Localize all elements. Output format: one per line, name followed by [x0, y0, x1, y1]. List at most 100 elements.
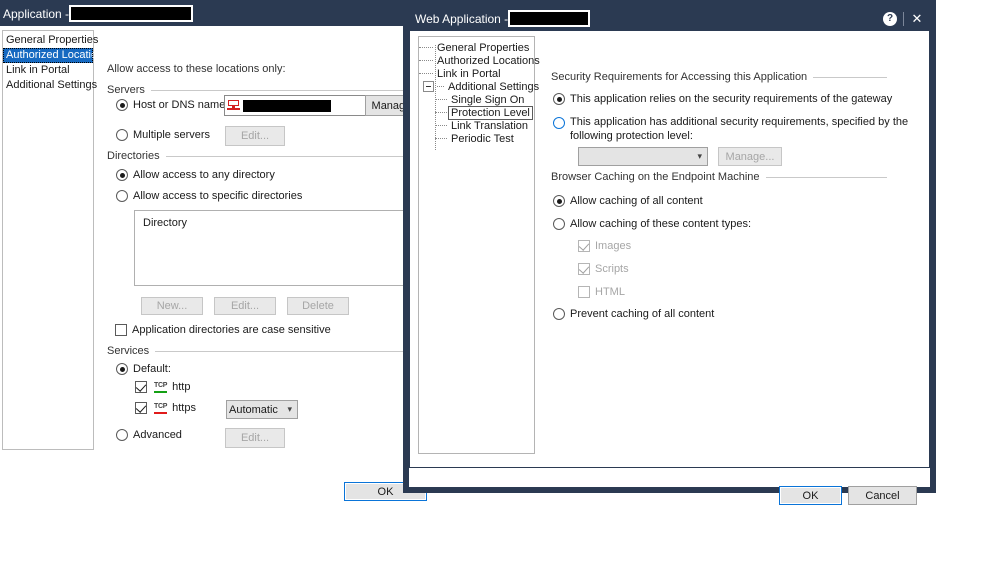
services-group: Services — [107, 345, 407, 357]
security-additional-label-line2: following protection level: — [570, 130, 693, 142]
protection-level-combobox[interactable]: ▾ — [578, 147, 708, 166]
security-additional-radio-row[interactable]: This application has additional security… — [553, 115, 908, 143]
multiple-servers-radio-row[interactable]: Multiple servers — [116, 129, 210, 141]
any-directory-radio[interactable] — [116, 169, 128, 181]
directory-new-button[interactable]: New... — [141, 297, 203, 315]
right-cancel-button[interactable]: Cancel — [848, 486, 917, 505]
chevron-down-icon[interactable]: ▾ — [284, 404, 295, 415]
right-ok-button[interactable]: OK — [779, 486, 842, 505]
protection-level-manage-button[interactable]: Manage... — [718, 147, 782, 166]
any-directory-radio-row[interactable]: Allow access to any directory — [116, 169, 275, 181]
security-group-header: Security Requirements for Accessing this… — [551, 71, 887, 83]
help-button[interactable]: ? — [877, 6, 903, 31]
directory-delete-button[interactable]: Delete — [287, 297, 349, 315]
sidebar-item-additional-settings[interactable]: Additional Settings — [3, 78, 93, 93]
services-group-label: Services — [107, 345, 155, 357]
directories-group-label: Directories — [107, 150, 166, 162]
tree-item-label: Link in Portal — [435, 68, 503, 80]
service-https-checkbox[interactable] — [135, 402, 147, 414]
caching-group-header: Browser Caching on the Endpoint Machine — [551, 171, 887, 183]
caching-html-checkbox[interactable] — [578, 286, 590, 298]
left-window-title: Application - — [3, 7, 69, 21]
left-window-titlebar: Application - — [0, 1, 413, 26]
services-default-label: Default: — [133, 363, 171, 375]
service-http-row[interactable]: TCP http — [135, 381, 190, 393]
caching-group-label: Browser Caching on the Endpoint Machine — [551, 171, 766, 183]
host-dns-label: Host or DNS name: — [133, 99, 228, 111]
any-directory-label: Allow access to any directory — [133, 169, 275, 181]
security-group-label: Security Requirements for Accessing this… — [551, 71, 813, 83]
caching-scripts-checkbox[interactable] — [578, 263, 590, 275]
host-dns-combobox[interactable]: ▾ — [224, 95, 381, 116]
directory-edit-button[interactable]: Edit... — [214, 297, 276, 315]
case-sensitive-row[interactable]: Application directories are case sensiti… — [115, 324, 331, 336]
caching-prevent-radio[interactable] — [553, 308, 565, 320]
security-requirements-group: Security Requirements for Accessing this… — [551, 71, 887, 83]
https-mode-value: Automatic — [229, 404, 278, 416]
left-nav-list[interactable]: General Properties Authorized Locations … — [2, 30, 94, 450]
browser-caching-group: Browser Caching on the Endpoint Machine — [551, 171, 887, 183]
tcp-protocol-icon-https: TCP — [154, 403, 167, 414]
directories-group-rule — [166, 156, 407, 157]
case-sensitive-checkbox[interactable] — [115, 324, 127, 336]
caching-html-label: HTML — [595, 286, 625, 298]
multiple-servers-edit-button[interactable]: Edit... — [225, 126, 285, 146]
caching-types-radio-row[interactable]: Allow caching of these content types: — [553, 218, 751, 230]
right-window-title: Web Application - — [415, 12, 508, 26]
multiple-servers-radio[interactable] — [116, 129, 128, 141]
services-advanced-radio[interactable] — [116, 429, 128, 441]
caching-prevent-radio-row[interactable]: Prevent caching of all content — [553, 308, 714, 320]
collapse-expander-icon[interactable] — [423, 81, 434, 92]
specific-directories-label: Allow access to specific directories — [133, 190, 302, 202]
tree-branch-line — [419, 73, 433, 75]
services-default-radio[interactable] — [116, 363, 128, 375]
caching-all-radio-row[interactable]: Allow caching of all content — [553, 195, 703, 207]
tree-connector-line — [435, 45, 437, 150]
specific-directories-radio-row[interactable]: Allow access to specific directories — [116, 190, 302, 202]
host-dns-value-redaction — [243, 100, 331, 112]
security-additional-radio[interactable] — [553, 117, 565, 129]
tree-item-label: General Properties — [435, 42, 531, 54]
tree-item-label: Periodic Test — [449, 133, 516, 145]
directories-table-header-directory: Directory — [135, 211, 408, 235]
caching-images-row[interactable]: Images — [578, 240, 631, 252]
directories-table[interactable]: Directory — [134, 210, 409, 286]
right-window-titlebar: Web Application - ? ✕ — [409, 6, 930, 31]
service-https-row[interactable]: TCP https — [135, 402, 196, 414]
tree-branch-line — [419, 60, 433, 62]
https-mode-combobox[interactable]: Automatic ▾ — [226, 400, 298, 419]
left-content-pane: Allow access to these locations only: Se… — [107, 26, 413, 485]
host-dns-radio-row[interactable]: Host or DNS name: — [116, 99, 228, 111]
chevron-down-icon[interactable]: ▾ — [694, 151, 705, 162]
sidebar-item-general-properties[interactable]: General Properties — [3, 33, 93, 48]
caching-scripts-label: Scripts — [595, 263, 629, 275]
caching-types-radio[interactable] — [553, 218, 565, 230]
security-gateway-radio[interactable] — [553, 93, 565, 105]
right-window-title-redaction — [508, 10, 590, 27]
host-dns-radio[interactable] — [116, 99, 128, 111]
settings-tree[interactable]: General Properties Authorized Locations … — [418, 36, 535, 454]
caching-scripts-row[interactable]: Scripts — [578, 263, 629, 275]
caching-all-radio[interactable] — [553, 195, 565, 207]
sidebar-item-link-in-portal[interactable]: Link in Portal — [3, 63, 93, 78]
tree-branch-line — [437, 86, 444, 88]
directories-group: Directories — [107, 150, 407, 162]
caching-images-checkbox[interactable] — [578, 240, 590, 252]
directories-group-header: Directories — [107, 150, 407, 162]
security-gateway-radio-row[interactable]: This application relies on the security … — [553, 93, 892, 105]
close-button[interactable]: ✕ — [904, 6, 930, 31]
services-default-radio-row[interactable]: Default: — [116, 363, 171, 375]
services-advanced-label: Advanced — [133, 429, 182, 441]
service-http-checkbox[interactable] — [135, 381, 147, 393]
caching-html-row[interactable]: HTML — [578, 286, 625, 298]
sidebar-item-authorized-locations[interactable]: Authorized Locations — [3, 48, 93, 63]
tree-branch-line — [419, 47, 433, 49]
caching-images-label: Images — [595, 240, 631, 252]
specific-directories-radio[interactable] — [116, 190, 128, 202]
servers-group-rule — [151, 90, 407, 91]
case-sensitive-label: Application directories are case sensiti… — [132, 324, 331, 336]
services-advanced-radio-row[interactable]: Advanced — [116, 429, 182, 441]
caching-group-rule — [766, 177, 887, 178]
services-advanced-edit-button[interactable]: Edit... — [225, 428, 285, 448]
security-additional-label-line1: This application has additional security… — [570, 116, 908, 128]
